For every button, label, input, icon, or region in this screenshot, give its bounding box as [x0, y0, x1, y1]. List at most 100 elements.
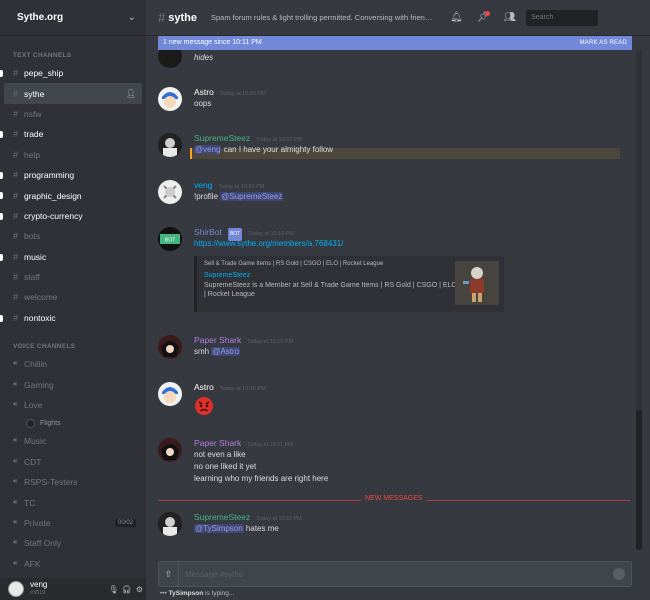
- voice-channel-love[interactable]: 🔊︎ Love: [0, 395, 146, 415]
- avatar[interactable]: [158, 438, 182, 462]
- gear-icon[interactable]: ⚙︎: [133, 585, 146, 594]
- mark-as-read-button[interactable]: MARK AS READ: [580, 36, 627, 50]
- voice-channel-staff-only[interactable]: 🔊︎ Staff Only: [0, 533, 146, 553]
- chevron-down-icon[interactable]: ⌄: [128, 12, 136, 23]
- sidebar-item-crypto-currency[interactable]: # crypto-currency: [0, 206, 146, 226]
- avatar[interactable]: [158, 382, 182, 406]
- message-text: hates me: [243, 524, 279, 533]
- avatar[interactable]: [158, 87, 182, 111]
- sidebar-item-trade[interactable]: # trade: [0, 124, 146, 144]
- sidebar-item-help[interactable]: # help: [0, 145, 146, 165]
- embed-title[interactable]: SupremeSteez: [204, 272, 497, 279]
- embed-thumbnail[interactable]: [455, 261, 499, 305]
- channel-label: staff: [24, 272, 40, 283]
- user-mention[interactable]: @SupremeSteez: [220, 192, 284, 201]
- author-name[interactable]: Astro: [194, 87, 214, 98]
- avatar[interactable]: [158, 180, 182, 204]
- message-scrollbar[interactable]: [636, 50, 642, 550]
- author-name[interactable]: ShirBot: [194, 227, 222, 238]
- message-input[interactable]: [179, 569, 613, 579]
- author-name[interactable]: SupremeSteez: [194, 512, 250, 523]
- sidebar-item-nontoxic[interactable]: # nontoxic: [0, 308, 146, 328]
- sidebar-item-nsfw[interactable]: # nsfw: [0, 104, 146, 124]
- channel-label: nsfw: [24, 108, 42, 119]
- channel-label: welcome: [24, 292, 58, 303]
- avatar[interactable]: [158, 133, 182, 157]
- sidebar-item-welcome[interactable]: # welcome: [0, 287, 146, 307]
- speaker-icon: 🔊︎: [13, 559, 18, 567]
- timestamp: Today at 10:11 PM: [247, 442, 293, 448]
- svg-text:BOT: BOT: [165, 238, 175, 244]
- voice-channel-cdt[interactable]: 🔊︎ CDT: [0, 452, 146, 472]
- avatar[interactable]: [8, 581, 24, 597]
- voice-channel-private[interactable]: 🔊︎ Private 00/02: [0, 513, 146, 533]
- voice-channel-rsps-testers[interactable]: 🔊︎ RSPS-Testers: [0, 472, 146, 492]
- sidebar-item-pepe_ship[interactable]: # pepe_ship: [0, 63, 146, 83]
- user-mention[interactable]: @veng: [194, 145, 222, 154]
- user-mention[interactable]: @TySimpson: [194, 524, 244, 533]
- voice-channel-chillin[interactable]: 🔊︎ Chillin: [0, 354, 146, 374]
- hash-icon: #: [13, 251, 19, 262]
- timestamp: Today at 10:09 PM: [219, 91, 266, 97]
- channel-label: bots: [24, 231, 41, 242]
- author-name[interactable]: Astro: [194, 382, 214, 393]
- pin-icon[interactable]: 📌︎: [477, 11, 491, 23]
- author-name[interactable]: SupremeSteez: [194, 133, 250, 144]
- speaker-icon: 🔊︎: [13, 498, 18, 506]
- author-name[interactable]: Paper Shark: [194, 335, 241, 346]
- avatar[interactable]: [158, 335, 182, 359]
- voice-channel-gaming[interactable]: 🔊︎ Gaming: [0, 374, 146, 394]
- link-embed: Sell & Trade Game Items | RS Gold | CSGO…: [194, 256, 504, 312]
- new-messages-text: 1 new message since 10:11 PM: [163, 39, 262, 46]
- voice-channel-tc[interactable]: 🔊︎ TC: [0, 492, 146, 512]
- search-input[interactable]: Search: [526, 9, 599, 26]
- avatar[interactable]: BOT: [158, 227, 182, 251]
- upload-icon[interactable]: ⇧: [159, 562, 179, 586]
- sidebar-item-music[interactable]: # music: [0, 247, 146, 267]
- user-mention[interactable]: @Astro: [211, 347, 241, 356]
- voice-channel-afk[interactable]: 🔊︎ AFK: [0, 554, 146, 574]
- guild-header[interactable]: Sythe.org ⌄: [0, 0, 146, 36]
- channel-label: CDT: [24, 456, 42, 467]
- sidebar-item-staff[interactable]: # staff: [0, 267, 146, 287]
- message-list[interactable]: hides Astro Today at 10:09 PM oops Suprem…: [146, 50, 642, 560]
- avatar[interactable]: [158, 512, 182, 536]
- timestamp: Today at 10:10 PM: [247, 339, 294, 345]
- new-messages-banner[interactable]: 1 new message since 10:11 PM MARK AS REA…: [158, 36, 632, 50]
- sidebar-item-bots[interactable]: # bots: [0, 226, 146, 246]
- avatar[interactable]: [158, 50, 182, 68]
- microphone-icon[interactable]: 🎙︎: [107, 585, 120, 594]
- sidebar-item-graphic_design[interactable]: # graphic_design: [0, 185, 146, 205]
- invite-user-icon[interactable]: 👤︎: [126, 89, 136, 98]
- typing-user: TySimpson: [168, 590, 204, 597]
- headphones-icon[interactable]: 🎧︎: [120, 585, 133, 594]
- author-name[interactable]: Paper Shark: [194, 438, 241, 449]
- channel-label: Private: [24, 518, 51, 528]
- voice-user[interactable]: Flights: [0, 415, 146, 431]
- channel-label: crypto-currency: [24, 210, 83, 221]
- text-channels-category[interactable]: TEXT CHANNELS: [0, 49, 146, 63]
- sidebar-item-programming[interactable]: # programming: [0, 165, 146, 185]
- channel-label: pepe_ship: [24, 68, 64, 79]
- channel-label: programming: [24, 170, 75, 181]
- user-limit-badge: 00/02: [114, 519, 136, 527]
- voice-channel-music[interactable]: 🔊︎ Music: [0, 431, 146, 451]
- voice-channels-category[interactable]: VOICE CHANNELS: [0, 340, 146, 354]
- author-name[interactable]: veng: [194, 180, 212, 191]
- channel-topic[interactable]: Spam forum rules & light trolling permit…: [211, 13, 436, 22]
- profile-link[interactable]: https://www.sythe.org/members/a.768431/: [194, 238, 624, 250]
- scrollbar-thumb[interactable]: [636, 410, 642, 550]
- speaker-icon: 🔊︎: [13, 401, 18, 409]
- channel-sidebar: Sythe.org ⌄ TEXT CHANNELS # pepe_ship # syt…: [0, 0, 146, 600]
- hash-icon: #: [13, 190, 19, 201]
- message-text: smh: [194, 347, 212, 356]
- sidebar-item-sythe[interactable]: # sythe 👤︎: [4, 83, 142, 104]
- bell-icon[interactable]: 🔔︎: [450, 12, 463, 23]
- channel-label: Gaming: [24, 379, 54, 390]
- hash-icon: #: [13, 312, 19, 323]
- members-icon[interactable]: 👥︎: [503, 12, 516, 23]
- typing-text: is typing...: [203, 590, 235, 597]
- typing-dots-icon: •••: [160, 590, 169, 597]
- speaker-icon: 🔊︎: [13, 360, 18, 368]
- emoji-picker-icon[interactable]: [613, 568, 625, 580]
